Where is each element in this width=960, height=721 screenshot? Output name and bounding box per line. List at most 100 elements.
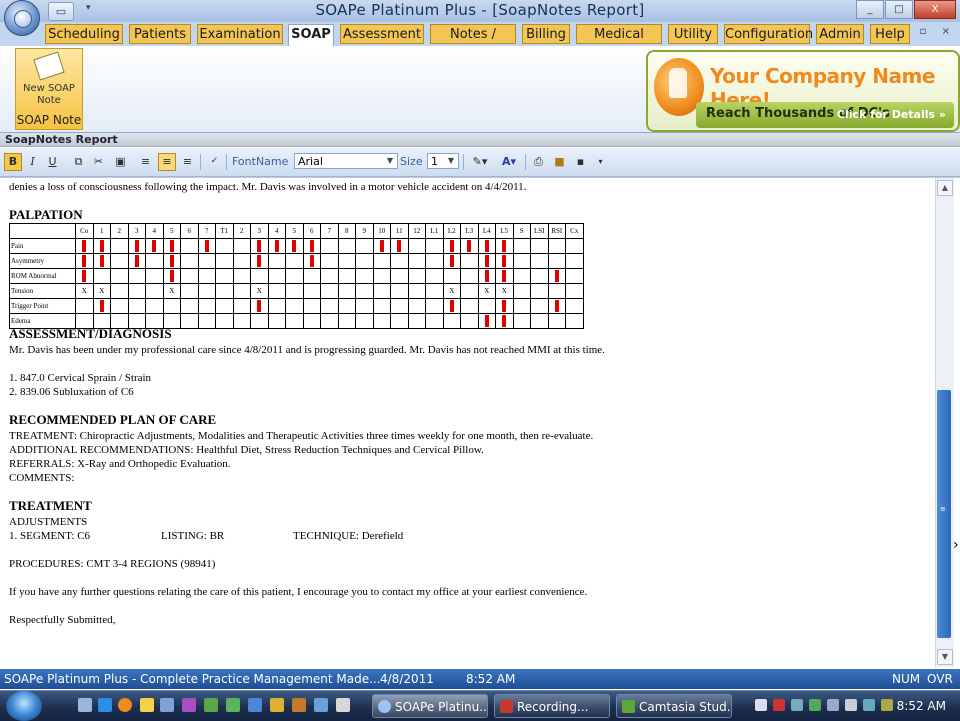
media-icon[interactable]	[140, 698, 154, 712]
firefox-icon[interactable]	[118, 698, 132, 712]
palpation-mark	[134, 240, 139, 253]
palpation-mark	[82, 240, 87, 253]
network-icon[interactable]	[827, 699, 839, 711]
tray-icon[interactable]	[755, 699, 767, 711]
palpation-mark	[309, 255, 314, 268]
tray-icon[interactable]	[863, 699, 875, 711]
tab-utility[interactable]: Utility	[668, 24, 718, 44]
antivirus-icon[interactable]	[773, 699, 785, 711]
show-desktop-icon[interactable]	[78, 698, 92, 712]
tray-icon[interactable]	[881, 699, 893, 711]
palpation-column-header: 7	[320, 223, 339, 239]
tab-soap[interactable]: SOAP	[288, 24, 334, 46]
cut-icon[interactable]: ✂	[90, 153, 107, 170]
app-icon[interactable]	[226, 698, 240, 712]
palpation-cell	[495, 313, 514, 329]
paste-icon[interactable]: ▣	[112, 153, 129, 170]
taskbar-camtasia-button[interactable]: Camtasia Stud...	[616, 694, 732, 718]
advertisement-banner[interactable]: Your Company Name Here! Reach Thousands …	[646, 50, 960, 132]
align-left-icon[interactable]: ≡	[137, 153, 154, 170]
copy-icon[interactable]: ⧉	[70, 153, 87, 170]
font-size-select[interactable]: 1 ▼	[427, 153, 459, 169]
ad-action-bar[interactable]: Reach Thousands of DC's Click for Detail…	[696, 102, 954, 128]
palpation-heading: PALPATION	[9, 207, 83, 222]
start-button[interactable]	[6, 691, 42, 721]
palpation-cell	[355, 268, 374, 284]
spellcheck-icon[interactable]: ✓	[206, 153, 223, 170]
note-icon	[33, 51, 65, 81]
ad-details-link[interactable]: Click for Details »	[837, 108, 946, 121]
vertical-scrollbar[interactable]: ▲ ≡ ▼	[935, 178, 954, 667]
font-color-icon[interactable]: A▾	[496, 153, 522, 170]
palpation-cell	[162, 238, 181, 254]
app-icon[interactable]	[248, 698, 262, 712]
application-menu-button[interactable]	[4, 0, 40, 36]
report-document-area[interactable]: denies a loss of consciousness following…	[0, 177, 960, 669]
scroll-down-button[interactable]: ▼	[937, 649, 953, 665]
app-icon[interactable]	[182, 698, 196, 712]
palpation-cell	[127, 268, 146, 284]
close-button[interactable]: X	[914, 0, 956, 19]
taskbar-soape-button[interactable]: SOAPe Platinu...	[372, 694, 488, 718]
app-orb-icon	[378, 700, 391, 713]
explorer-icon[interactable]	[160, 698, 174, 712]
tray-icon[interactable]	[791, 699, 803, 711]
palpation-cell	[267, 253, 286, 269]
chevron-down-icon[interactable]: ▼	[384, 154, 396, 168]
align-center-icon[interactable]: ≡	[158, 153, 176, 171]
taskbar-recording-button[interactable]: Recording...	[494, 694, 610, 718]
minimize-button[interactable]: _	[856, 0, 884, 19]
font-size-value: 1	[431, 155, 438, 168]
palpation-cell	[460, 313, 479, 329]
app-icon[interactable]	[292, 698, 306, 712]
palpation-cell	[407, 283, 426, 299]
palpation-cell	[180, 253, 199, 269]
palpation-cell	[75, 238, 94, 254]
underline-button[interactable]: U	[44, 153, 61, 170]
toolbar-overflow-icon[interactable]: ▾	[592, 153, 609, 170]
print-icon[interactable]: ⎙	[530, 153, 547, 170]
toolbar-separator	[525, 154, 526, 170]
taskbar-clock[interactable]: 8:52 AM	[897, 691, 946, 721]
tab-medical-records[interactable]: Medical Rec...	[576, 24, 662, 62]
mdi-window-controls[interactable]: - ▫ ×	[901, 26, 956, 37]
app-icon[interactable]	[314, 698, 328, 712]
tray-icon[interactable]	[809, 699, 821, 711]
tab-configuration[interactable]: Configuration	[724, 24, 813, 44]
ie-icon[interactable]	[98, 698, 112, 712]
tab-admin[interactable]: Admin	[816, 24, 864, 44]
tab-assessment[interactable]: Assessment	[340, 24, 424, 44]
chevron-down-icon[interactable]: ▼	[445, 154, 457, 168]
tab-scheduling[interactable]: Scheduling	[45, 24, 123, 44]
align-right-icon[interactable]: ≡	[179, 153, 196, 170]
new-soap-note-button[interactable]: New SOAP Note SOAP Note	[15, 48, 83, 130]
italic-button[interactable]: I	[24, 153, 41, 170]
maximize-button[interactable]: □	[885, 0, 913, 19]
tab-examination[interactable]: Examination	[197, 24, 283, 44]
app-icon[interactable]	[336, 698, 350, 712]
palpation-mark	[502, 300, 507, 313]
tab-notes-letters[interactable]: Notes / Lett...	[430, 24, 516, 62]
palpation-cell	[145, 283, 164, 299]
bold-button[interactable]: B	[4, 153, 22, 171]
palpation-mark	[502, 255, 507, 268]
tab-patients[interactable]: Patients	[129, 24, 191, 44]
palpation-column-header: 12	[407, 223, 426, 239]
scroll-up-button[interactable]: ▲	[937, 180, 953, 196]
plan-heading: RECOMMENDED PLAN OF CARE	[9, 412, 217, 427]
scroll-thumb[interactable]: ≡	[937, 390, 951, 638]
palpation-cell	[337, 298, 356, 314]
tab-billing[interactable]: Billing	[522, 24, 570, 44]
highlight-color-icon[interactable]: ✎▾	[467, 153, 493, 170]
palpation-mark	[379, 240, 384, 253]
app-icon[interactable]	[270, 698, 284, 712]
save-icon[interactable]: ▪	[572, 153, 589, 170]
app-icon[interactable]	[204, 698, 218, 712]
report-document[interactable]: denies a loss of consciousness following…	[9, 178, 929, 669]
palpation-cell	[250, 268, 269, 284]
open-folder-icon[interactable]: ■	[551, 153, 568, 170]
palpation-cell	[530, 298, 549, 314]
palpation-cell: X	[250, 283, 269, 299]
volume-icon[interactable]	[845, 699, 857, 711]
font-name-select[interactable]: Arial ▼	[294, 153, 398, 169]
